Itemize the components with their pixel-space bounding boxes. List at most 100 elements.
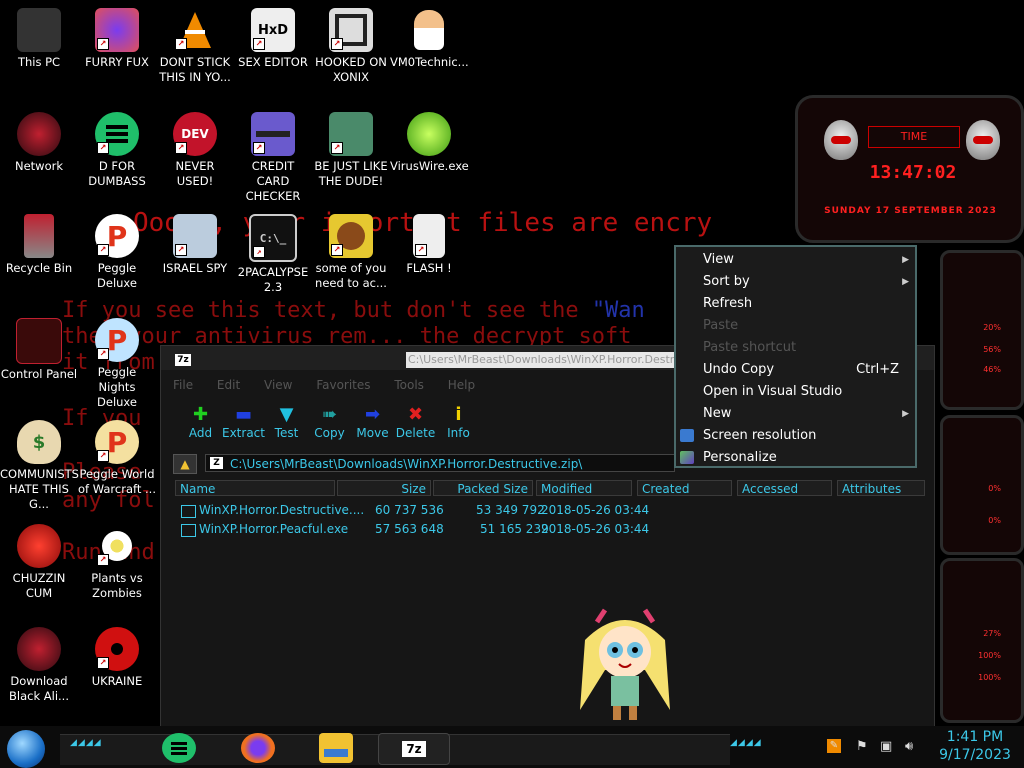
desktop-icon-ukraine[interactable]: ↗ UKRAINE bbox=[78, 627, 156, 689]
recycle-bin-icon bbox=[24, 214, 54, 258]
info-button[interactable]: i Info bbox=[437, 404, 480, 444]
menu-item-undo-copy[interactable]: Undo Copy Ctrl+Z bbox=[676, 359, 915, 381]
desktop-icon-peggle-wow[interactable]: P ↗ Peggle World of Warcraft ... bbox=[78, 420, 156, 497]
add-button[interactable]: ✚ Add bbox=[179, 404, 222, 444]
drive-icon: ↗ bbox=[95, 112, 139, 156]
menu-edit[interactable]: Edit bbox=[217, 378, 240, 392]
menu-favorites[interactable]: Favorites bbox=[316, 378, 370, 392]
desktop-icon-peggle-deluxe[interactable]: P ↗ Peggle Deluxe bbox=[78, 214, 156, 291]
desktop-icon-network[interactable]: Network bbox=[0, 112, 78, 174]
gadget-time-label: TIME bbox=[868, 126, 960, 148]
taskbar-file-explorer-icon[interactable] bbox=[319, 733, 353, 763]
move-button[interactable]: ➡ Move bbox=[351, 404, 394, 444]
hxd-editor-icon: HxD ↗ bbox=[251, 8, 295, 52]
remote-desktop-icon: ↗ bbox=[173, 214, 217, 258]
menu-item-sort-by[interactable]: Sort by ▶ bbox=[676, 271, 915, 293]
menu-item-open-visual-studio[interactable]: Open in Visual Studio bbox=[676, 381, 915, 403]
menu-view[interactable]: View bbox=[264, 378, 292, 392]
desktop-icon-vm0technic[interactable]: VM0Technic... bbox=[390, 8, 469, 70]
plus-icon: ✚ bbox=[192, 404, 209, 425]
check-icon: ▼ bbox=[279, 404, 294, 425]
menu-help[interactable]: Help bbox=[448, 378, 475, 392]
desktop-icon-recycle-bin[interactable]: Recycle Bin bbox=[0, 214, 78, 276]
file-row[interactable]: WinXP.Horror.Destructive.... 60 737 536 … bbox=[179, 503, 929, 521]
copy-button[interactable]: ➠ Copy bbox=[308, 404, 351, 444]
window-title: C:\Users\MrBeast\Downloads\WinXP.Horror.… bbox=[406, 352, 676, 368]
menu-item-new[interactable]: New ▶ bbox=[676, 403, 915, 425]
desktop-icon-furry-fux[interactable]: ↗ FURRY FUX bbox=[78, 8, 156, 70]
address-input[interactable]: Z C:\Users\MrBeast\Downloads\WinXP.Horror… bbox=[205, 454, 675, 472]
desktop-icon-israel-spy[interactable]: ↗ ISRAEL SPY bbox=[156, 214, 234, 276]
double-arrow-icon: ➠ bbox=[321, 404, 338, 425]
menu-item-personalize[interactable]: Personalize bbox=[676, 447, 915, 469]
control-panel-icon bbox=[16, 318, 62, 364]
menu-item-screen-resolution[interactable]: Screen resolution bbox=[676, 425, 915, 447]
flag-icon[interactable]: ⚑ bbox=[856, 739, 868, 754]
clock-date: 9/17/2023 bbox=[939, 747, 1011, 763]
minus-icon: ▬ bbox=[234, 404, 252, 425]
clock-gadget[interactable]: TIME 13:47:02 SUNDAY 17 SEPTEMBER 2023 bbox=[795, 95, 1024, 243]
desktop-icon-2pacalypse[interactable]: C:\_ ↗ 2PACALYPSE 2.3 bbox=[234, 214, 312, 295]
desktop-icon-sex-editor[interactable]: HxD ↗ SEX EDITOR bbox=[234, 8, 312, 70]
menu-item-refresh[interactable]: Refresh bbox=[676, 293, 915, 315]
column-header-accessed[interactable]: Accessed bbox=[737, 480, 832, 496]
desktop-icon-xonix[interactable]: ↗ HOOKED ON XONIX bbox=[312, 8, 390, 85]
desktop-icon-communists[interactable]: $ COMMUNISTS HATE THIS G... bbox=[0, 420, 79, 512]
taskbar-clock[interactable]: 1:41 PM 9/17/2023 bbox=[935, 728, 1015, 764]
test-button[interactable]: ▼ Test bbox=[265, 404, 308, 444]
peggle-icon: P ↗ bbox=[95, 214, 139, 258]
cartoon-character-image bbox=[580, 608, 670, 720]
desktop-icon-peggle-nights[interactable]: P ↗ Peggle Nights Deluxe bbox=[78, 318, 156, 410]
desktop-icon-download-black-ali[interactable]: Download Black Ali... bbox=[0, 627, 78, 704]
taskbar-firefox-icon[interactable] bbox=[241, 733, 275, 763]
start-orb-button[interactable] bbox=[7, 730, 45, 768]
delete-button[interactable]: ✖ Delete bbox=[394, 404, 437, 444]
desktop-context-menu: View ▶ Sort by ▶ Refresh Paste Paste short… bbox=[674, 245, 917, 468]
devcpp-icon: DEV ↗ bbox=[173, 112, 217, 156]
lime-icon bbox=[407, 112, 451, 156]
submenu-arrow-icon: ▶ bbox=[902, 255, 909, 265]
network-icon bbox=[17, 112, 61, 156]
clock-time: 1:41 PM bbox=[946, 729, 1004, 745]
column-header-name[interactable]: Name bbox=[175, 480, 335, 496]
desktop-icon-chuzzin[interactable]: CHUZZIN CUM bbox=[0, 524, 78, 601]
peggle-nights-icon: P ↗ bbox=[95, 318, 139, 362]
file-row[interactable]: WinXP.Horror.Peacful.exe 57 563 648 51 1… bbox=[179, 522, 929, 540]
vlc-cone-icon: ↗ bbox=[173, 8, 217, 52]
desktop-icon-viruswire[interactable]: VirusWire.exe bbox=[390, 112, 469, 174]
taskbar-7zip-button[interactable]: 7z bbox=[378, 733, 450, 765]
desktop-icon-pvz[interactable]: ↗ Plants vs Zombies bbox=[78, 524, 156, 601]
desktop-icon-some-of-you[interactable]: ↗ some of you need to ac... bbox=[312, 214, 390, 291]
toolbar: ✚ Add ▬ Extract ▼ Test ➠ Copy ➡ Move ✖ Delete … bbox=[179, 404, 480, 444]
column-headers: Name Size Packed Size Modified Created A… bbox=[175, 480, 925, 498]
menu-tools[interactable]: Tools bbox=[394, 378, 424, 392]
folder-up-icon[interactable]: ▲ bbox=[173, 454, 197, 474]
desktop-icon-credit-card[interactable]: ↗ CREDIT CARD CHECKER bbox=[234, 112, 312, 204]
column-header-created[interactable]: Created bbox=[637, 480, 732, 496]
document-icon: ↗ bbox=[413, 214, 445, 258]
desktop-icon-flash[interactable]: ↗ FLASH ! bbox=[390, 214, 468, 276]
desktop-icon-this-pc[interactable]: This PC bbox=[0, 8, 78, 70]
tray-app-icon[interactable]: ✎ bbox=[827, 739, 841, 753]
menu-file[interactable]: File bbox=[173, 378, 193, 392]
monitor-value: 27% bbox=[983, 629, 1001, 638]
column-header-size[interactable]: Size bbox=[337, 480, 431, 496]
gadget-date: SUNDAY 17 SEPTEMBER 2023 bbox=[824, 206, 997, 216]
sevenzip-icon: 7z bbox=[402, 741, 426, 757]
network-tray-icon[interactable]: ▣ bbox=[880, 739, 892, 754]
desktop-icon-control-panel[interactable]: Control Panel bbox=[0, 318, 78, 382]
desktop-icon-never-used[interactable]: DEV ↗ NEVER USED! bbox=[156, 112, 234, 189]
taskbar-drive-icon[interactable] bbox=[162, 733, 196, 763]
column-header-packed[interactable]: Packed Size bbox=[433, 480, 533, 496]
file-icon bbox=[181, 505, 196, 518]
extract-button[interactable]: ▬ Extract bbox=[222, 404, 265, 444]
column-header-modified[interactable]: Modified bbox=[536, 480, 632, 496]
desktop-icon-dont-stick[interactable]: ↗ DONT STICK THIS IN YO... bbox=[156, 8, 234, 85]
personalize-icon bbox=[680, 451, 694, 464]
desktop-icon-d-for-dumbass[interactable]: ↗ D FOR DUMBASS bbox=[78, 112, 156, 189]
file-icon bbox=[181, 524, 196, 537]
desktop-icon-be-the-dude[interactable]: ↗ BE JUST LIKE THE DUDE! bbox=[312, 112, 390, 189]
volume-icon[interactable]: 🔊︎ bbox=[905, 739, 913, 754]
menu-item-view[interactable]: View ▶ bbox=[676, 249, 915, 271]
column-header-attributes[interactable]: Attributes bbox=[837, 480, 925, 496]
